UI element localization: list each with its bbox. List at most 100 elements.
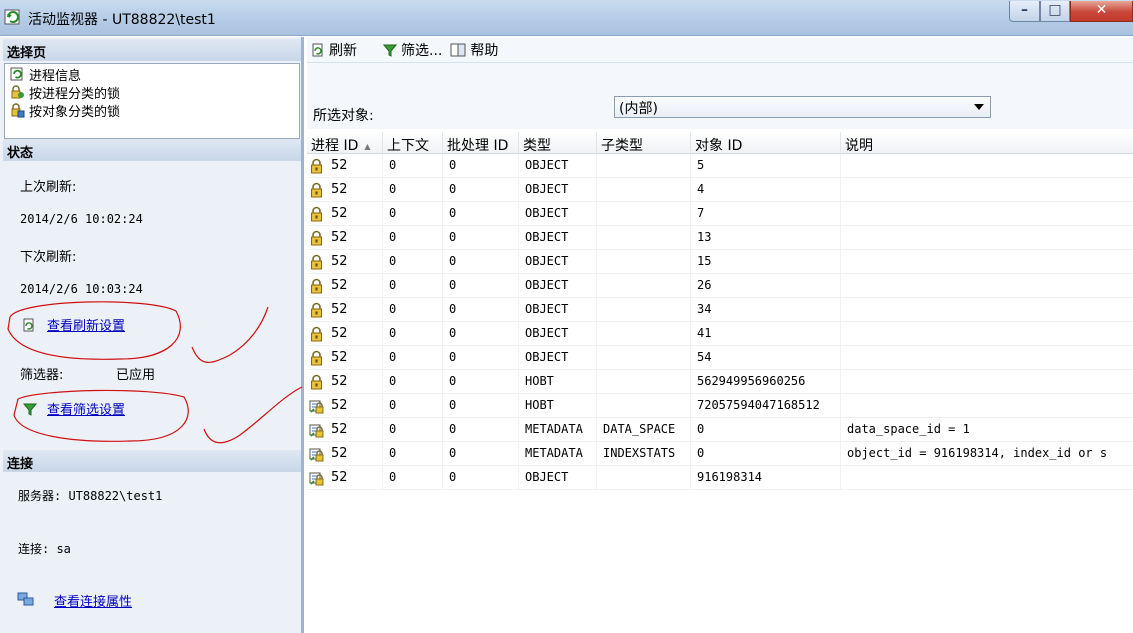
cell-objid: 41	[691, 322, 841, 346]
cell-ctx: 0	[383, 322, 443, 346]
column-header-context[interactable]: 上下文	[383, 132, 443, 154]
help-button-label: 帮助	[470, 42, 499, 59]
cell-subtype	[597, 298, 691, 322]
table-row[interactable]: 52 0 0 OBJECT 26	[307, 274, 1133, 298]
cell-spid: 52	[307, 346, 383, 370]
cell-desc	[841, 322, 1133, 346]
cell-type: OBJECT	[519, 202, 597, 226]
cell-objid: 13	[691, 226, 841, 250]
cell-desc	[841, 202, 1133, 226]
table-row[interactable]: 52 0 0 OBJECT 7	[307, 202, 1133, 226]
table-row[interactable]: 52 0 0 METADATA INDEXSTATS 0 object_id = 91619…	[307, 442, 1133, 466]
left-panel: 选择页 进程信息 按进程分类的锁 按对象分类的锁 状态 上次刷新: 2014/2…	[0, 37, 304, 633]
column-header-batch-id[interactable]: 批处理 ID	[443, 132, 519, 154]
close-button[interactable]: ✕	[1070, 1, 1133, 22]
column-header-spid[interactable]: 进程 ID ▲	[307, 132, 383, 154]
cell-batch: 0	[443, 466, 519, 490]
filter-icon	[383, 44, 397, 57]
refresh-settings-link[interactable]: 查看刷新设置	[47, 315, 125, 334]
page-item-lock-by-process[interactable]: 按进程分类的锁	[9, 83, 120, 102]
cell-type: HOBT	[519, 370, 597, 394]
pages-list: 进程信息 按进程分类的锁 按对象分类的锁	[4, 63, 300, 139]
cell-ctx: 0	[383, 250, 443, 274]
cell-type: OBJECT	[519, 154, 597, 178]
lock-icon	[311, 302, 322, 318]
right-panel: 刷新 筛选... 帮助 所选对象: (内部) 进程 ID ▲ 上下文 批处理 ID	[307, 37, 1133, 633]
page-item-lock-by-object[interactable]: 按对象分类的锁	[9, 101, 120, 120]
column-header-object-id[interactable]: 对象 ID	[691, 132, 841, 154]
cell-type: OBJECT	[519, 346, 597, 370]
cell-objid: 54	[691, 346, 841, 370]
table-row[interactable]: 52 0 0 OBJECT 41	[307, 322, 1133, 346]
lock-grant-icon	[309, 424, 324, 438]
cell-desc	[841, 274, 1133, 298]
cell-ctx: 0	[383, 274, 443, 298]
connection-properties-link[interactable]: 查看连接属性	[54, 591, 132, 610]
lock-icon	[311, 230, 322, 246]
selected-object-dropdown[interactable]: (内部)	[614, 96, 991, 118]
cell-subtype	[597, 250, 691, 274]
close-icon: ✕	[1095, 2, 1108, 18]
cell-subtype	[597, 346, 691, 370]
cell-desc	[841, 466, 1133, 490]
lock-icon	[311, 350, 322, 366]
cell-spid: 52	[307, 370, 383, 394]
lock-icon	[311, 278, 322, 294]
cell-subtype	[597, 178, 691, 202]
help-button[interactable]: 帮助	[446, 40, 502, 60]
selected-object-value: (内部)	[619, 101, 658, 117]
cell-type: OBJECT	[519, 322, 597, 346]
lock-by-object-icon	[11, 103, 25, 118]
object-selector-row: 所选对象: (内部)	[307, 63, 1133, 129]
cell-ctx: 0	[383, 178, 443, 202]
filter-settings-link[interactable]: 查看筛选设置	[47, 399, 125, 418]
column-header-subtype[interactable]: 子类型	[597, 132, 691, 154]
cell-ctx: 0	[383, 442, 443, 466]
table-row[interactable]: 52 0 0 METADATA DATA_SPACE 0 data_space_id = 1	[307, 418, 1133, 442]
cell-desc	[841, 394, 1133, 418]
next-refresh-value: 2014/2/6 10:03:24	[20, 282, 143, 296]
cell-ctx: 0	[383, 394, 443, 418]
selected-object-label: 所选对象:	[313, 108, 374, 124]
table-row[interactable]: 52 0 0 OBJECT 54	[307, 346, 1133, 370]
cell-objid: 0	[691, 442, 841, 466]
cell-desc	[841, 154, 1133, 178]
cell-batch: 0	[443, 202, 519, 226]
cell-objid: 34	[691, 298, 841, 322]
column-header-type[interactable]: 类型	[519, 132, 597, 154]
table-row[interactable]: 52 0 0 HOBT 562949956960256	[307, 370, 1133, 394]
column-header-description[interactable]: 说明	[841, 132, 1133, 154]
table-row[interactable]: 52 0 0 OBJECT 916198314	[307, 466, 1133, 490]
table-row[interactable]: 52 0 0 HOBT 72057594047168512	[307, 394, 1133, 418]
lock-icon	[311, 374, 322, 390]
page-item-process-info[interactable]: 进程信息	[9, 65, 82, 84]
cell-spid: 52	[307, 394, 383, 418]
filter-button-label: 筛选...	[401, 42, 443, 59]
cell-spid: 52	[307, 202, 383, 226]
cell-desc	[841, 346, 1133, 370]
filter-button[interactable]: 筛选...	[379, 40, 446, 60]
minimize-button[interactable]: –	[1009, 1, 1040, 22]
cell-type: OBJECT	[519, 226, 597, 250]
cell-batch: 0	[443, 346, 519, 370]
filter-value: 已应用	[116, 368, 156, 383]
lock-grant-icon	[309, 400, 324, 414]
page-item-label: 进程信息	[29, 68, 82, 84]
table-row[interactable]: 52 0 0 OBJECT 4	[307, 178, 1133, 202]
cell-objid: 7	[691, 202, 841, 226]
cell-objid: 72057594047168512	[691, 394, 841, 418]
cell-type: OBJECT	[519, 178, 597, 202]
cell-objid: 4	[691, 178, 841, 202]
cell-spid: 52	[307, 322, 383, 346]
table-row[interactable]: 52 0 0 OBJECT 15	[307, 250, 1133, 274]
cell-subtype	[597, 322, 691, 346]
refresh-button[interactable]: 刷新	[307, 40, 361, 60]
maximize-icon: □	[1048, 2, 1062, 18]
table-row[interactable]: 52 0 0 OBJECT 34	[307, 298, 1133, 322]
status-header: 状态	[3, 139, 301, 161]
maximize-button[interactable]: □	[1040, 1, 1070, 22]
table-row[interactable]: 52 0 0 OBJECT 5	[307, 154, 1133, 178]
cell-type: OBJECT	[519, 250, 597, 274]
window-title: 活动监视器 - UT88822\test1	[28, 12, 216, 28]
table-row[interactable]: 52 0 0 OBJECT 13	[307, 226, 1133, 250]
